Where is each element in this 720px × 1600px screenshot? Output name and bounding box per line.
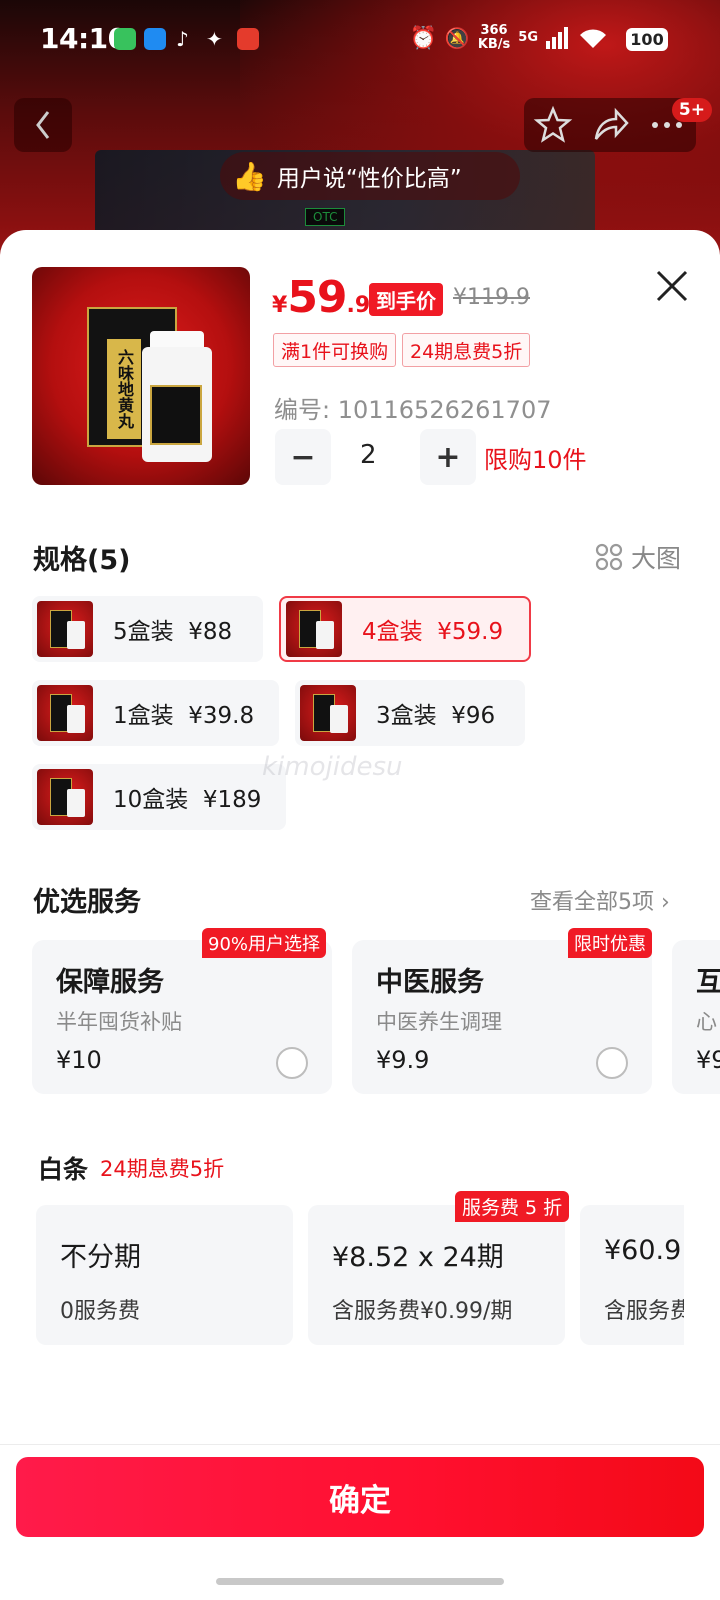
service-title: 保障服务 (56, 967, 164, 998)
big-picture-toggle[interactable]: 大图 (595, 539, 681, 575)
promo-banner: 👍 用户说“性价比高” (220, 152, 520, 200)
share-icon[interactable] (590, 105, 630, 145)
service-title: 中医服务 (376, 967, 484, 998)
quantity-minus-button[interactable]: − (275, 429, 331, 485)
signal-5g: 5G (518, 30, 538, 45)
promo-text: 用户说“性价比高” (276, 166, 462, 192)
price-decimal: .9 (346, 293, 371, 318)
alarm-icon: ⏰ (409, 25, 437, 51)
installment-partial[interactable]: ¥60.9 含服务费 (580, 1205, 684, 1345)
spec-thumbnail (286, 601, 342, 657)
spec-option-10[interactable]: 10盒装 ¥189 (32, 764, 286, 830)
service-title: 互 (696, 967, 720, 998)
star-icon[interactable] (533, 105, 573, 145)
installment-sub: 0服务费 (60, 1299, 140, 1324)
footer-divider (0, 1444, 720, 1445)
quantity-value[interactable]: 2 (360, 440, 377, 470)
price-integer: 59 (287, 272, 347, 323)
price-symbol: ¥ (272, 293, 288, 318)
spec-option-3[interactable]: 3盒装 ¥96 (295, 680, 525, 746)
battery-indicator: 100 (626, 28, 668, 51)
service-subtitle: 中医养生调理 (376, 1010, 502, 1034)
spec-thumbnail (37, 685, 93, 741)
baitiao-promo: 24期息费5折 (100, 1157, 225, 1181)
spec-thumbnail (37, 601, 93, 657)
confirm-button[interactable]: 确定 (16, 1457, 704, 1537)
product-image[interactable]: 六味地黄丸 (32, 267, 250, 485)
chevron-left-icon (36, 111, 50, 139)
spec-option-5[interactable]: 5盒装 ¥88 (32, 596, 263, 662)
original-price: ¥119.9 (453, 285, 530, 310)
installment-sub: 含服务费 (604, 1299, 684, 1324)
quantity-plus-button[interactable]: + (420, 429, 476, 485)
service-price: ¥9 (696, 1046, 720, 1074)
service-subtitle: 心 (696, 1010, 717, 1034)
watermark: kimojidesu (262, 752, 403, 782)
service-radio[interactable] (276, 1047, 308, 1079)
grid-icon (595, 543, 623, 571)
otc-label: OTC (305, 208, 346, 226)
installment-sub: 含服务费¥0.99/期 (332, 1299, 513, 1324)
spec-option-label: 5盒装 ¥88 (113, 619, 233, 645)
services-view-all-link[interactable]: 查看全部5项 › (530, 884, 670, 916)
spec-thumbnail (300, 685, 356, 741)
installment-main: 不分期 (60, 1242, 141, 1273)
purchase-limit: 限购10件 (484, 446, 587, 474)
signal-icon (546, 27, 568, 49)
promo-tag-exchange: 满1件可换购 (273, 333, 397, 367)
spec-option-1[interactable]: 1盒装 ¥39.8 (32, 680, 279, 746)
person-app-icon: ✦ (206, 27, 223, 51)
nav-action-group (524, 98, 696, 152)
service-badge: 90%用户选择 (202, 928, 327, 958)
home-indicator[interactable] (216, 1578, 504, 1585)
big-picture-label: 大图 (631, 544, 682, 573)
service-radio[interactable] (596, 1047, 628, 1079)
service-price: ¥9.9 (376, 1046, 430, 1074)
product-code: 编号: 10116526261707 (274, 396, 552, 424)
thumbs-up-icon: 👍 (232, 159, 267, 193)
net-speed-unit: KB/s (477, 37, 511, 52)
spec-option-label: 3盒装 ¥96 (376, 703, 496, 729)
service-badge: 限时优惠 (568, 928, 652, 958)
mute-icon: 🔕 (444, 26, 470, 50)
back-button[interactable] (14, 98, 72, 152)
tiktok-icon: ♪ (176, 27, 189, 51)
spec-option-4[interactable]: 4盒装 ¥59.9 (279, 596, 531, 662)
service-price: ¥10 (56, 1046, 102, 1074)
net-speed: 366 KB/s (478, 24, 510, 52)
fee-discount-badge: 服务费 5 折 (455, 1191, 570, 1222)
baitiao-title: 白条 (38, 1155, 89, 1184)
installment-24[interactable]: ¥8.52 x 24期 含服务费¥0.99/期 (308, 1205, 565, 1345)
service-card-guarantee[interactable]: 保障服务 半年囤货补贴 ¥10 (32, 940, 332, 1094)
spec-option-label: 10盒装 ¥189 (113, 787, 262, 813)
status-bar: 14:10 ♪ ✦ ⏰ 🔕 366 KB/s 5G 100 (0, 0, 720, 80)
installment-main: ¥8.52 x 24期 (332, 1242, 504, 1273)
service-subtitle: 半年囤货补贴 (56, 1010, 182, 1034)
spec-option-label: 1盒装 ¥39.8 (113, 703, 255, 729)
net-speed-value: 366 (480, 23, 508, 38)
spec-thumbnail (37, 769, 93, 825)
service-card-tcm[interactable]: 中医服务 中医养生调理 ¥9.9 (352, 940, 652, 1094)
close-icon[interactable] (650, 264, 694, 308)
wifi-icon (580, 29, 606, 48)
final-price-label: 到手价 (369, 283, 443, 316)
service-card-partial[interactable]: 互 心 ¥9 (672, 940, 720, 1094)
value-app-icon (237, 28, 259, 50)
services-title: 优选服务 (33, 887, 141, 918)
product-box-name: 六味地黄丸 (107, 339, 141, 439)
alipay-icon (144, 28, 166, 50)
notification-badge: 5+ (671, 98, 712, 122)
promo-tag-installment: 24期息费5折 (402, 333, 531, 367)
spec-option-label: 4盒装 ¥59.9 (362, 619, 504, 645)
product-bottle-label (150, 385, 202, 445)
status-icons: ⏰ 🔕 366 KB/s 5G (410, 24, 609, 52)
spec-title: 规格(5) (33, 545, 131, 576)
installment-none[interactable]: 不分期 0服务费 (36, 1205, 293, 1345)
installment-main: ¥60.9 (604, 1235, 682, 1266)
wechat-pay-icon (114, 28, 136, 50)
price-display: ¥ 59 .9 (272, 272, 370, 323)
